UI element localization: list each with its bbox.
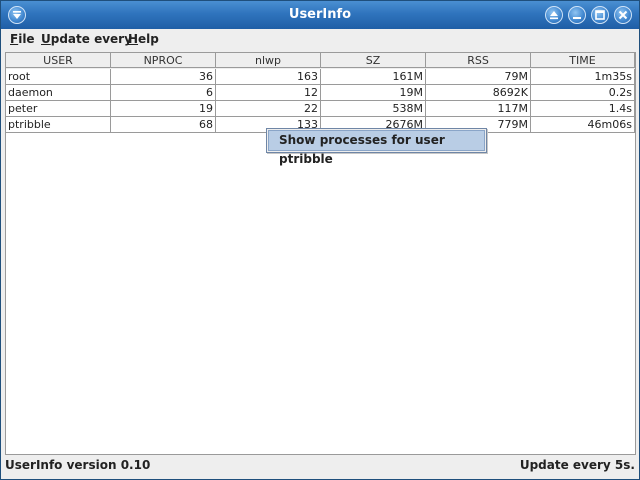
- cell-user: daemon: [6, 85, 111, 101]
- menu-update-every[interactable]: Update every: [41, 31, 132, 48]
- cell-nproc: 6: [111, 85, 216, 101]
- menu-bar: File Update every Help: [1, 29, 639, 50]
- status-bar: UserInfo version 0.10 Update every 5s.: [1, 456, 639, 478]
- close-icon[interactable]: [614, 6, 632, 24]
- cell-nproc: 68: [111, 117, 216, 133]
- app-window: UserInfo File Update every Help USER NPR…: [0, 0, 640, 480]
- cell-user: root: [6, 69, 111, 85]
- cell-rss: 8692K: [426, 85, 531, 101]
- cell-rss: 79M: [426, 69, 531, 85]
- cell-sz: 161M: [321, 69, 426, 85]
- context-menu: Show processes for user ptribble: [266, 128, 487, 166]
- menu-help[interactable]: Help: [128, 31, 159, 48]
- menu-update-label: pdate every: [50, 32, 132, 46]
- window-title: UserInfo: [288, 7, 352, 22]
- cell-nlwp: 22: [216, 101, 321, 117]
- minimize-icon[interactable]: [568, 6, 586, 24]
- menu-file-mnemonic: F: [10, 32, 19, 46]
- maximize-icon[interactable]: [591, 6, 609, 24]
- show-processes-menu-item[interactable]: Show processes for user ptribble: [268, 130, 485, 166]
- table-row[interactable]: root 36 163 161M 79M 1m35s: [6, 69, 635, 85]
- cell-time: 1.4s: [531, 101, 635, 117]
- menu-file[interactable]: File: [10, 31, 35, 48]
- cell-nproc: 19: [111, 101, 216, 117]
- table-row[interactable]: peter 19 22 538M 117M 1.4s: [6, 101, 635, 117]
- cell-nproc: 36: [111, 69, 216, 85]
- menu-file-label: ile: [18, 32, 35, 46]
- cell-sz: 538M: [321, 101, 426, 117]
- column-header-rss[interactable]: RSS: [426, 53, 531, 68]
- cell-nlwp: 12: [216, 85, 321, 101]
- cell-rss: 117M: [426, 101, 531, 117]
- menu-help-label: elp: [138, 32, 159, 46]
- cell-user: peter: [6, 101, 111, 117]
- column-header-time[interactable]: TIME: [531, 53, 635, 68]
- cell-time: 46m06s: [531, 117, 635, 133]
- column-header-sz[interactable]: SZ: [321, 53, 426, 68]
- menu-update-mnemonic: U: [41, 32, 51, 46]
- shade-icon[interactable]: [545, 6, 563, 24]
- update-interval-label: Update every 5s.: [519, 458, 635, 472]
- column-header-user[interactable]: USER: [6, 53, 111, 68]
- table-header: USER NPROC nlwp SZ RSS TIME: [6, 53, 635, 69]
- table-row[interactable]: daemon 6 12 19M 8692K 0.2s: [6, 85, 635, 101]
- menu-help-mnemonic: H: [128, 32, 139, 46]
- column-header-nproc[interactable]: NPROC: [111, 53, 216, 68]
- title-bar[interactable]: UserInfo: [1, 1, 639, 29]
- version-label: UserInfo version 0.10: [5, 458, 151, 472]
- cell-time: 0.2s: [531, 85, 635, 101]
- cell-user: ptribble: [6, 117, 111, 133]
- cell-sz: 19M: [321, 85, 426, 101]
- column-header-nlwp[interactable]: nlwp: [216, 53, 321, 68]
- cell-time: 1m35s: [531, 69, 635, 85]
- user-table[interactable]: USER NPROC nlwp SZ RSS TIME root 36 163 …: [5, 52, 636, 455]
- cell-nlwp: 163: [216, 69, 321, 85]
